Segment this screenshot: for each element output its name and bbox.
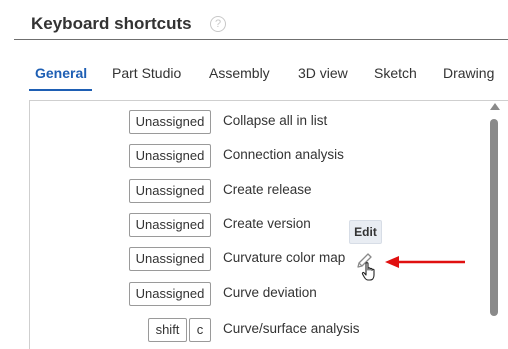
shortcut-action: Collapse all in list bbox=[223, 113, 328, 128]
shortcut-action: Create version bbox=[223, 216, 311, 231]
shortcut-key[interactable]: Unassigned bbox=[129, 179, 211, 203]
tab-3d-view[interactable]: 3D view bbox=[298, 65, 348, 81]
hand-pointer-icon bbox=[361, 262, 375, 281]
shortcut-key[interactable]: Unassigned bbox=[129, 110, 211, 134]
shortcut-key[interactable]: Unassigned bbox=[129, 247, 211, 271]
tab-sketch[interactable]: Sketch bbox=[374, 65, 417, 81]
page-header: Keyboard shortcuts ? bbox=[14, 0, 508, 40]
shortcut-key[interactable]: Unassigned bbox=[129, 282, 211, 306]
scrollbar[interactable] bbox=[488, 103, 500, 349]
shortcut-action: Curvature color map bbox=[223, 250, 346, 265]
active-tab-indicator bbox=[29, 89, 92, 91]
shortcut-row: Unassigned Create release bbox=[30, 179, 490, 203]
tab-drawing[interactable]: Drawing bbox=[443, 65, 494, 81]
page-title: Keyboard shortcuts bbox=[31, 14, 192, 33]
shortcut-row: Unassigned Collapse all in list bbox=[30, 110, 490, 134]
scrollbar-thumb[interactable] bbox=[490, 119, 498, 316]
shortcut-key[interactable]: Unassigned bbox=[129, 213, 211, 237]
shortcut-key[interactable]: shift bbox=[148, 318, 187, 342]
shortcut-action: Curve/surface analysis bbox=[223, 321, 360, 336]
shortcut-key[interactable]: c bbox=[189, 318, 211, 342]
tab-part-studio[interactable]: Part Studio bbox=[112, 65, 181, 81]
shortcuts-list: Unassigned Collapse all in list Unassign… bbox=[29, 100, 508, 349]
tab-assembly[interactable]: Assembly bbox=[209, 65, 270, 81]
scroll-up-icon[interactable] bbox=[490, 103, 500, 110]
edit-tooltip: Edit bbox=[349, 220, 382, 244]
help-icon[interactable]: ? bbox=[210, 16, 226, 32]
annotation-arrow-icon bbox=[385, 256, 465, 268]
shortcut-row: Unassigned Connection analysis bbox=[30, 144, 490, 168]
shortcut-row: Unassigned Create version bbox=[30, 213, 490, 237]
tab-general[interactable]: General bbox=[35, 65, 87, 81]
shortcut-row: shift c Curve/surface analysis bbox=[30, 318, 490, 342]
shortcut-row: Unassigned Curve deviation bbox=[30, 282, 490, 306]
shortcut-action: Create release bbox=[223, 182, 312, 197]
shortcut-key[interactable]: Unassigned bbox=[129, 144, 211, 168]
shortcut-action: Connection analysis bbox=[223, 147, 344, 162]
shortcut-action: Curve deviation bbox=[223, 285, 317, 300]
tab-bar: General Part Studio Assembly 3D view Ske… bbox=[0, 54, 508, 92]
